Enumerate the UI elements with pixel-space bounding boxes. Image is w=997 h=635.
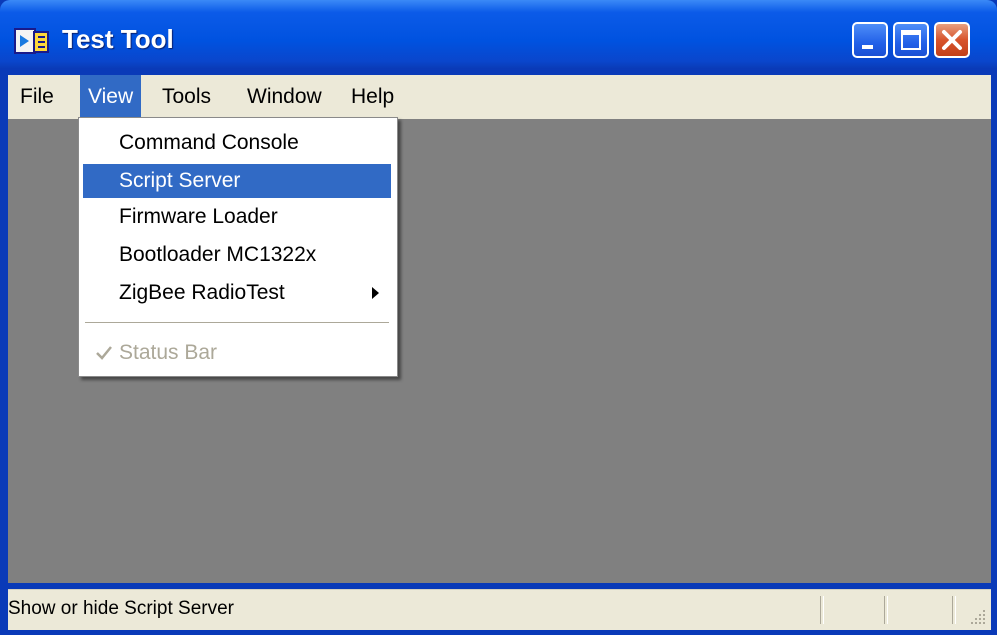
- menu-item-label: Script Server: [119, 169, 241, 192]
- menu-tools[interactable]: Tools: [154, 75, 219, 119]
- close-button[interactable]: [934, 22, 970, 58]
- status-divider: [884, 596, 888, 624]
- app-window: Test Tool File View Tools Window Help Sh: [0, 0, 997, 635]
- menu-bar: File View Tools Window Help: [8, 75, 991, 119]
- menu-item-script-server[interactable]: Script Server: [83, 164, 391, 198]
- status-divider: [952, 596, 956, 624]
- minimize-icon: [862, 45, 873, 49]
- menu-item-label: Firmware Loader: [119, 205, 278, 228]
- checkmark-icon: [96, 346, 112, 360]
- test-tool-app-icon[interactable]: [14, 26, 50, 58]
- window-title: Test Tool: [62, 24, 174, 54]
- view-menu-dropdown: Command Console Script Server Firmware L…: [78, 117, 398, 377]
- menu-view[interactable]: View: [80, 75, 142, 119]
- menu-item-label: Command Console: [119, 131, 299, 154]
- close-icon: [942, 30, 962, 50]
- maximize-button[interactable]: [893, 22, 929, 58]
- status-text: Show or hide Script Server: [8, 598, 234, 619]
- menu-help[interactable]: Help: [343, 75, 402, 119]
- status-bar: Show or hide Script Server: [8, 589, 991, 630]
- submenu-arrow-icon: [372, 287, 379, 299]
- menu-window[interactable]: Window: [239, 75, 330, 119]
- status-divider: [820, 596, 824, 624]
- menu-file[interactable]: File: [12, 75, 62, 119]
- menu-item-label: Bootloader MC1322x: [119, 243, 317, 266]
- menu-item-label: Status Bar: [119, 341, 218, 364]
- title-bar[interactable]: Test Tool: [0, 0, 997, 68]
- maximize-icon: [901, 30, 921, 50]
- menu-separator: [85, 322, 389, 324]
- menu-item-zigbee-radiotest[interactable]: ZigBee RadioTest: [83, 276, 391, 310]
- menu-item-bootloader[interactable]: Bootloader MC1322x: [83, 238, 391, 272]
- resize-grip-icon[interactable]: [969, 608, 987, 626]
- menu-item-command-console[interactable]: Command Console: [83, 126, 391, 160]
- minimize-button[interactable]: [852, 22, 888, 58]
- menu-item-label: ZigBee RadioTest: [119, 281, 285, 304]
- menu-item-status-bar[interactable]: Status Bar: [83, 336, 391, 370]
- menu-item-firmware-loader[interactable]: Firmware Loader: [83, 200, 391, 234]
